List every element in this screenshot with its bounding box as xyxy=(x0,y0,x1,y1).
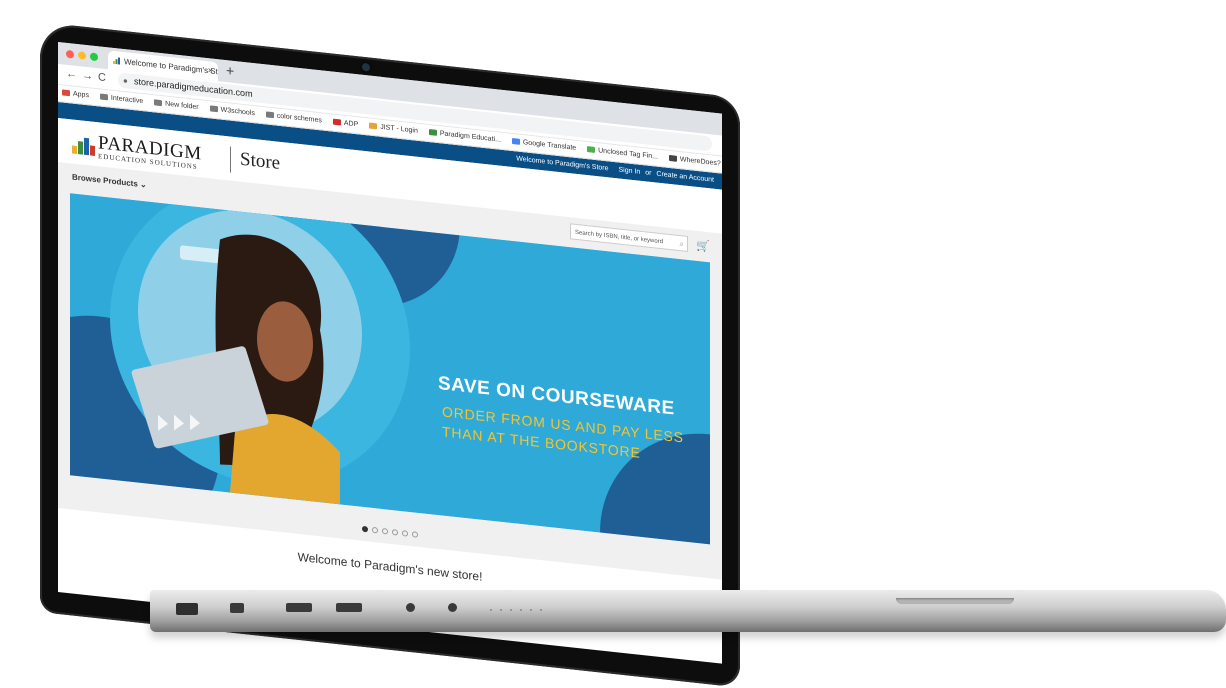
battery-indicator xyxy=(490,609,492,611)
folder-icon xyxy=(209,105,218,113)
tag-icon xyxy=(587,146,596,153)
search-input[interactable]: Search by ISBN, title, or keyword ⌕ xyxy=(570,223,688,252)
paradigm-favicon-icon xyxy=(113,57,120,65)
back-icon[interactable]: ← xyxy=(66,68,77,81)
reload-icon[interactable]: C xyxy=(98,71,106,84)
adp-icon xyxy=(332,118,341,126)
new-tab-button[interactable]: + xyxy=(226,62,234,79)
bookmark-label: JIST - Login xyxy=(380,123,418,135)
bookmark-new-folder[interactable]: New folder xyxy=(154,95,199,116)
carousel-dot[interactable] xyxy=(392,529,398,536)
audio-port xyxy=(406,603,415,612)
battery-indicator xyxy=(520,609,522,611)
bookmark-label: Unclosed Tag Fin... xyxy=(598,147,658,161)
carousel-dot[interactable] xyxy=(382,527,388,535)
bookmark-apps[interactable]: Apps xyxy=(62,85,89,104)
ethernet-port xyxy=(176,603,198,615)
bookmark-label: ADP xyxy=(343,119,359,129)
logo-divider xyxy=(230,146,231,173)
translate-icon xyxy=(511,137,520,145)
battery-indicator xyxy=(540,609,542,611)
jist-icon xyxy=(369,122,378,130)
browse-products-menu[interactable]: Browse Products ⌄ xyxy=(72,172,147,189)
or-text: or xyxy=(645,169,652,178)
bookmark-label: New folder xyxy=(165,100,199,112)
usb-port xyxy=(286,603,312,612)
cart-icon[interactable]: 🛒 xyxy=(696,239,710,253)
minimize-window-icon[interactable] xyxy=(78,51,86,60)
close-tab-icon[interactable]: × xyxy=(208,61,213,81)
browse-products-label: Browse Products xyxy=(72,172,138,189)
search-icon[interactable]: ⌕ xyxy=(680,236,684,252)
battery-indicator xyxy=(530,609,532,611)
usb-port xyxy=(336,603,362,612)
sign-in-link[interactable]: Sign In xyxy=(618,166,640,175)
logo-bars-icon xyxy=(72,133,95,156)
carousel-dot[interactable] xyxy=(412,531,418,538)
create-account-link[interactable]: Create an Account xyxy=(656,171,714,184)
laptop-base-notch xyxy=(896,598,1014,604)
headphone-port xyxy=(448,603,457,612)
store-label: Store xyxy=(240,148,281,174)
bookmark-adp[interactable]: ADP xyxy=(332,115,359,134)
battery-indicator xyxy=(510,609,512,611)
carousel-dot[interactable] xyxy=(402,530,408,537)
laptop-base xyxy=(150,590,1226,632)
bookmark-label: WhereDoes? - A t... xyxy=(679,156,722,170)
bookmark-label: Google Translate xyxy=(522,139,577,152)
bookmark-label: Apps xyxy=(73,90,89,100)
github-icon xyxy=(668,154,677,162)
apps-icon xyxy=(62,89,70,97)
laptop-lid: Welcome to Paradigm's Store × + ← → C ● … xyxy=(40,22,740,688)
lock-icon: ● xyxy=(123,75,128,86)
folder-icon xyxy=(154,99,163,107)
forward-icon[interactable]: → xyxy=(82,70,93,83)
close-window-icon[interactable] xyxy=(66,49,74,59)
carousel-dot[interactable] xyxy=(362,525,368,533)
bookmark-label: W3schools xyxy=(220,106,255,118)
folder-icon xyxy=(99,93,108,101)
bookmark-label: Paradigm Educati... xyxy=(439,130,501,144)
carousel-dot[interactable] xyxy=(372,526,378,534)
webcam-icon xyxy=(362,62,370,72)
paradigm-icon xyxy=(428,128,437,136)
bookmark-interactive[interactable]: Interactive xyxy=(99,89,144,110)
chevron-down-icon: ⌄ xyxy=(140,179,147,190)
thunderbolt-port xyxy=(230,603,244,613)
battery-indicator xyxy=(500,609,502,611)
laptop-screen: Welcome to Paradigm's Store × + ← → C ● … xyxy=(58,41,722,664)
bookmark-label: Interactive xyxy=(110,94,144,106)
maximize-window-icon[interactable] xyxy=(90,52,98,62)
folder-icon xyxy=(265,111,274,119)
bookmark-label: color schemes xyxy=(276,112,322,125)
search-placeholder: Search by ISBN, title, or keyword xyxy=(575,229,664,246)
